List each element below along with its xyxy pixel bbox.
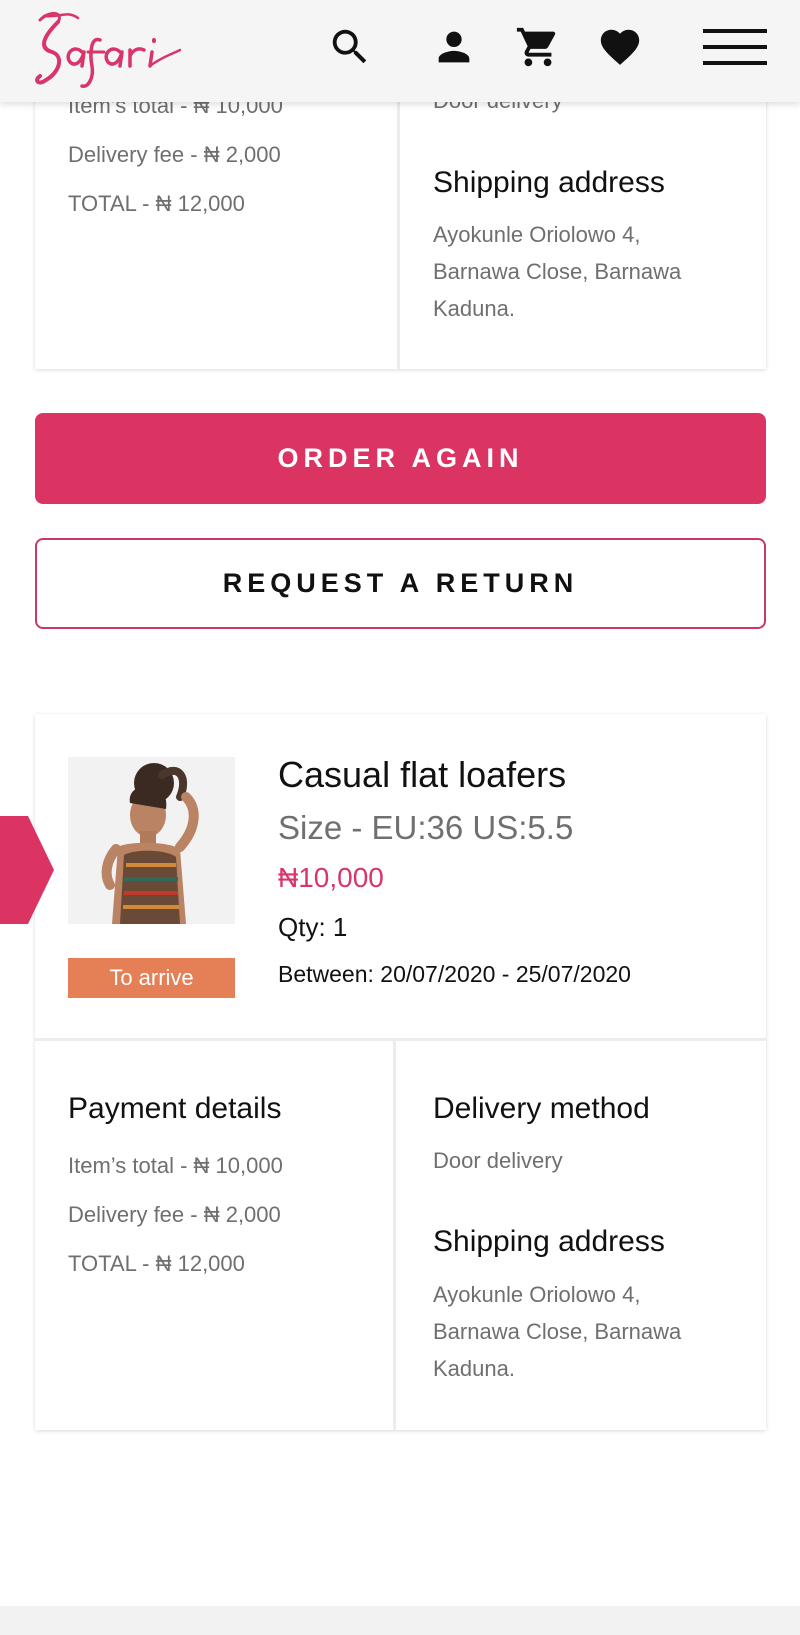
delivery-fee: Delivery fee - ₦ 2,000 xyxy=(68,142,281,167)
shipping-address: Ayokunle Oriolowo 4, Barnawa Close, Barn… xyxy=(433,216,681,327)
card-divider xyxy=(35,1038,766,1041)
address-line: Kaduna. xyxy=(433,296,515,321)
user-icon[interactable] xyxy=(431,24,477,70)
product-quantity: Qty: 1 xyxy=(278,912,348,942)
card-divider xyxy=(393,1041,396,1430)
address-line: Barnawa Close, Barnawa xyxy=(433,1319,682,1344)
top-header xyxy=(0,0,800,102)
side-arrow-tab[interactable] xyxy=(0,816,54,924)
payment-details-heading: Payment details xyxy=(68,1092,282,1125)
delivery-method-heading: Delivery method xyxy=(433,1092,650,1125)
safari-logo[interactable] xyxy=(30,6,182,92)
items-total: Item’s total - ₦ 10,000 xyxy=(68,1153,283,1178)
search-icon[interactable] xyxy=(327,24,373,70)
order-total: TOTAL - ₦ 12,000 xyxy=(68,1251,245,1276)
delivery-fee: Delivery fee - ₦ 2,000 xyxy=(68,1202,281,1227)
footer-strip xyxy=(0,1606,800,1635)
product-image[interactable] xyxy=(68,757,235,924)
delivery-method-value: Door delivery xyxy=(433,1148,563,1173)
address-line: Barnawa Close, Barnawa xyxy=(433,259,682,284)
heart-icon[interactable] xyxy=(597,24,643,70)
product-price: ₦10,000 xyxy=(278,862,384,893)
request-return-button[interactable]: REQUEST A RETURN xyxy=(35,538,766,629)
menu-icon[interactable] xyxy=(703,24,767,70)
status-badge: To arrive xyxy=(68,958,235,998)
address-line: Kaduna. xyxy=(433,1356,515,1381)
shipping-address-heading: Shipping address xyxy=(433,1225,665,1258)
card-divider xyxy=(397,60,400,369)
address-line: Ayokunle Oriolowo 4, xyxy=(433,222,641,247)
shipping-address-heading: Shipping address xyxy=(433,166,665,199)
order-again-button[interactable]: ORDER AGAIN xyxy=(35,413,766,504)
shipping-address: Ayokunle Oriolowo 4, Barnawa Close, Barn… xyxy=(433,1276,681,1387)
product-size: Size - EU:36 US:5.5 xyxy=(278,809,574,846)
delivery-window: Between: 20/07/2020 - 25/07/2020 xyxy=(278,961,631,987)
cart-icon[interactable] xyxy=(515,24,561,70)
order-total: TOTAL - ₦ 12,000 xyxy=(68,191,245,216)
product-name[interactable]: Casual flat loafers xyxy=(278,754,566,796)
address-line: Ayokunle Oriolowo 4, xyxy=(433,1282,641,1307)
